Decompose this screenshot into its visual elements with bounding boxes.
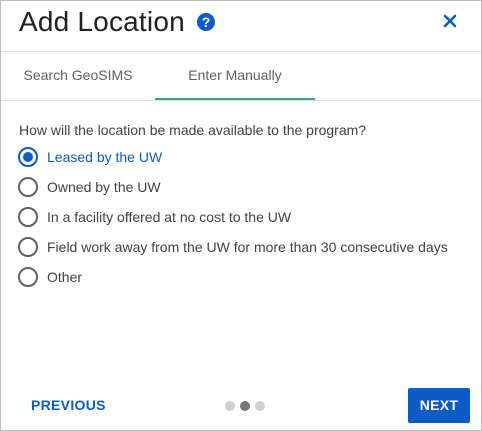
add-location-dialog: Add Location ? Search GeoSIMS Enter Manu…: [0, 0, 482, 431]
dialog-title: Add Location: [19, 6, 185, 37]
radio-button-checked[interactable]: [18, 147, 38, 167]
dialog-header: Add Location ?: [1, 1, 481, 52]
option-label: Other: [47, 269, 83, 285]
help-icon[interactable]: ?: [197, 13, 215, 31]
option-field-work[interactable]: Field work away from the UW for more tha…: [18, 237, 458, 259]
radio-button[interactable]: [18, 267, 38, 287]
option-leased-by-uw[interactable]: Leased by the UW: [18, 147, 458, 169]
previous-button[interactable]: PREVIOUS: [31, 397, 106, 413]
option-label: In a facility offered at no cost to the …: [47, 209, 292, 225]
next-button[interactable]: NEXT: [408, 388, 470, 423]
radio-button[interactable]: [18, 177, 38, 197]
option-owned-by-uw[interactable]: Owned by the UW: [18, 177, 458, 199]
option-label: Owned by the UW: [47, 179, 161, 195]
option-label: Leased by the UW: [47, 149, 163, 165]
radio-button[interactable]: [18, 207, 38, 227]
option-no-cost-facility[interactable]: In a facility offered at no cost to the …: [18, 207, 458, 229]
step-dot: [225, 401, 235, 411]
radio-button[interactable]: [18, 237, 38, 257]
tab-search-geosims[interactable]: Search GeoSIMS: [1, 52, 155, 100]
tab-bar: Search GeoSIMS Enter Manually: [1, 52, 481, 101]
tab-enter-manually[interactable]: Enter Manually: [155, 52, 315, 100]
option-label: Field work away from the UW for more tha…: [47, 239, 448, 255]
step-dot: [255, 401, 265, 411]
step-dot-active: [240, 401, 250, 411]
option-other[interactable]: Other: [18, 267, 458, 289]
close-icon[interactable]: [442, 13, 458, 29]
step-indicator: [225, 401, 269, 411]
availability-question: How will the location be made available …: [19, 122, 367, 138]
